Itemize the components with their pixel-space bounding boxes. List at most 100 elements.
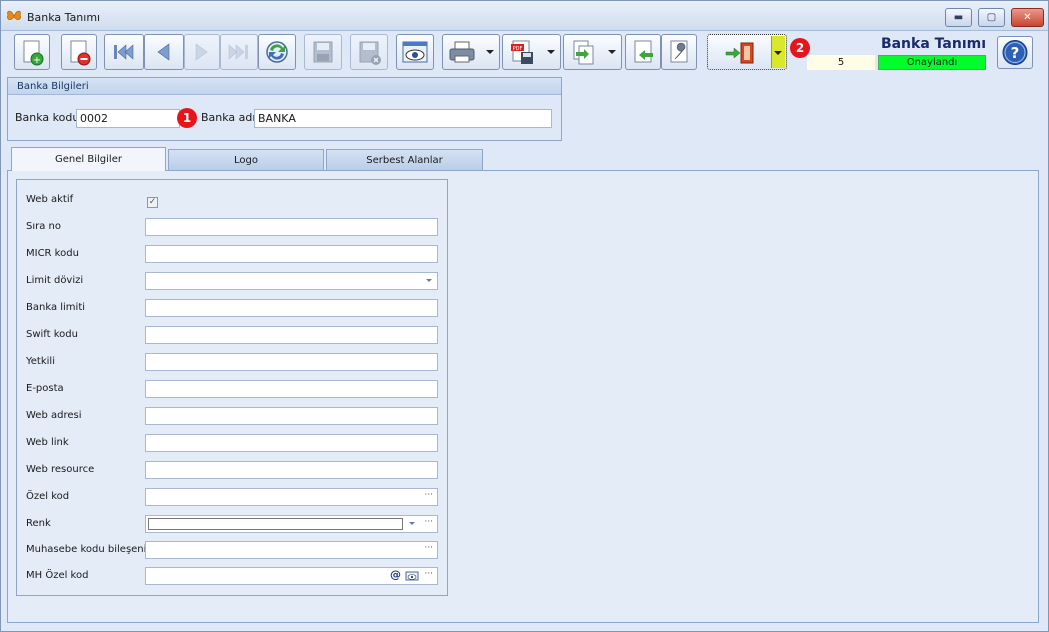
import-icon	[634, 40, 653, 63]
pdf-export-button[interactable]: PDF	[502, 34, 561, 70]
ellipsis-icon[interactable]: ···	[424, 543, 433, 553]
chevron-down-icon	[426, 279, 432, 282]
next-record-icon	[195, 43, 208, 61]
save-close-button[interactable]	[350, 34, 388, 70]
exit-dropdown-button[interactable]	[771, 36, 785, 68]
web-resource-label: Web resource	[26, 464, 95, 475]
save-icon	[313, 41, 333, 63]
bank-code-label: Banka kodu	[15, 111, 80, 124]
preview-icon	[402, 41, 428, 63]
chevron-down-icon	[774, 51, 782, 55]
save-button[interactable]	[304, 34, 342, 70]
minimize-button[interactable]: ▬	[945, 8, 972, 27]
exit-button[interactable]	[707, 34, 787, 70]
print-button[interactable]	[442, 34, 500, 70]
export-icon	[573, 40, 594, 65]
new-record-button[interactable]: +	[14, 34, 50, 70]
chevron-down-icon	[608, 50, 616, 54]
general-info-panel: Web aktif ✓ Sıra no MICR kodu Limit dövi…	[16, 179, 448, 596]
settings-button[interactable]	[661, 34, 697, 70]
next-record-button[interactable]	[184, 34, 220, 70]
export-button[interactable]	[563, 34, 622, 70]
refresh-button[interactable]	[258, 34, 296, 70]
import-button[interactable]	[625, 34, 661, 70]
window: Banka Tanımı ▬ ▢ ✕ + PDF 2 Banka Tanımı …	[0, 0, 1049, 632]
chevron-down-icon[interactable]	[409, 522, 415, 525]
web-address-input[interactable]	[145, 407, 438, 425]
web-active-label: Web aktif	[26, 194, 74, 205]
color-label: Renk	[26, 518, 51, 529]
bank-code-input[interactable]: 0002	[76, 109, 180, 128]
help-icon: ?	[1002, 40, 1028, 65]
delete-record-button[interactable]	[61, 34, 97, 70]
ellipsis-icon[interactable]: ···	[424, 569, 433, 579]
web-link-input[interactable]	[145, 434, 438, 452]
first-record-icon	[114, 44, 134, 60]
authorized-label: Yetkili	[26, 356, 55, 367]
annotation-badge-1: 1	[177, 108, 197, 128]
ellipsis-icon[interactable]: ···	[424, 517, 433, 527]
svg-text:?: ?	[1011, 44, 1020, 62]
limit-currency-select[interactable]	[145, 272, 438, 290]
web-resource-input[interactable]	[145, 461, 438, 479]
tab-serbest-alanlar[interactable]: Serbest Alanlar	[326, 149, 483, 171]
special-code-input[interactable]: ···	[145, 488, 438, 506]
chevron-down-icon	[486, 50, 494, 54]
web-link-label: Web link	[26, 437, 69, 448]
swift-code-label: Swift kodu	[26, 329, 78, 340]
previous-record-button[interactable]	[144, 34, 184, 70]
butterfly-app-icon	[7, 10, 21, 20]
close-button[interactable]: ✕	[1011, 8, 1044, 27]
bank-name-label: Banka adı	[201, 111, 256, 124]
maximize-icon: ▢	[986, 12, 997, 23]
check-icon: ✓	[148, 197, 157, 207]
maximize-button[interactable]: ▢	[978, 8, 1005, 27]
ellipsis-icon[interactable]: ···	[424, 490, 433, 500]
tab-genel-bilgiler[interactable]: Genel Bilgiler	[11, 147, 166, 171]
web-address-label: Web adresi	[26, 410, 82, 421]
previous-record-icon	[157, 43, 170, 61]
chevron-down-icon	[547, 50, 555, 54]
color-picker[interactable]: ···	[145, 515, 438, 533]
preview-eye-icon[interactable]	[405, 571, 419, 581]
form-title: Banka Tanımı	[880, 36, 986, 52]
bank-name-input[interactable]: BANKA	[254, 109, 552, 128]
bank-limit-label: Banka limiti	[26, 302, 86, 313]
group-title: Banka Bilgileri	[8, 78, 561, 95]
record-number: 5	[807, 55, 875, 70]
first-record-button[interactable]	[104, 34, 144, 70]
mh-special-code-label: MH Özel kod	[26, 570, 89, 581]
at-sign-icon[interactable]: @	[390, 568, 401, 581]
accounting-code-label: Muhasebe kodu bileşeni	[26, 544, 147, 555]
close-icon: ✕	[1023, 12, 1032, 23]
color-swatch	[148, 518, 403, 530]
status-badge: Onaylandı	[878, 55, 986, 70]
svg-text:+: +	[33, 55, 41, 66]
micr-code-input[interactable]	[145, 245, 438, 263]
save-close-icon	[359, 41, 381, 65]
new-record-icon: +	[23, 40, 44, 66]
last-record-button[interactable]	[220, 34, 258, 70]
tab-logo[interactable]: Logo	[168, 149, 324, 171]
web-active-checkbox[interactable]: ✓	[147, 197, 158, 208]
email-input[interactable]	[145, 380, 438, 398]
micr-code-label: MICR kodu	[26, 248, 79, 259]
order-no-input[interactable]	[145, 218, 438, 236]
limit-currency-label: Limit dövizi	[26, 275, 84, 286]
window-title: Banka Tanımı	[27, 11, 101, 24]
help-button[interactable]: ?	[997, 36, 1033, 69]
svg-text:PDF: PDF	[513, 46, 523, 52]
swift-code-input[interactable]	[145, 326, 438, 344]
bank-info-group: Banka Bilgileri Banka kodu 0002 Banka ad…	[7, 77, 562, 141]
mh-special-code-input[interactable]: @ ···	[145, 567, 438, 585]
refresh-icon	[266, 41, 288, 63]
settings-icon	[670, 40, 688, 63]
preview-button[interactable]	[396, 34, 434, 70]
authorized-input[interactable]	[145, 353, 438, 371]
pdf-icon: PDF	[511, 40, 533, 64]
title-bar: Banka Tanımı ▬ ▢ ✕	[1, 1, 1048, 31]
delete-record-icon	[70, 40, 91, 66]
bank-limit-input[interactable]	[145, 299, 438, 317]
email-label: E-posta	[26, 383, 64, 394]
accounting-code-input[interactable]: ···	[145, 541, 438, 559]
